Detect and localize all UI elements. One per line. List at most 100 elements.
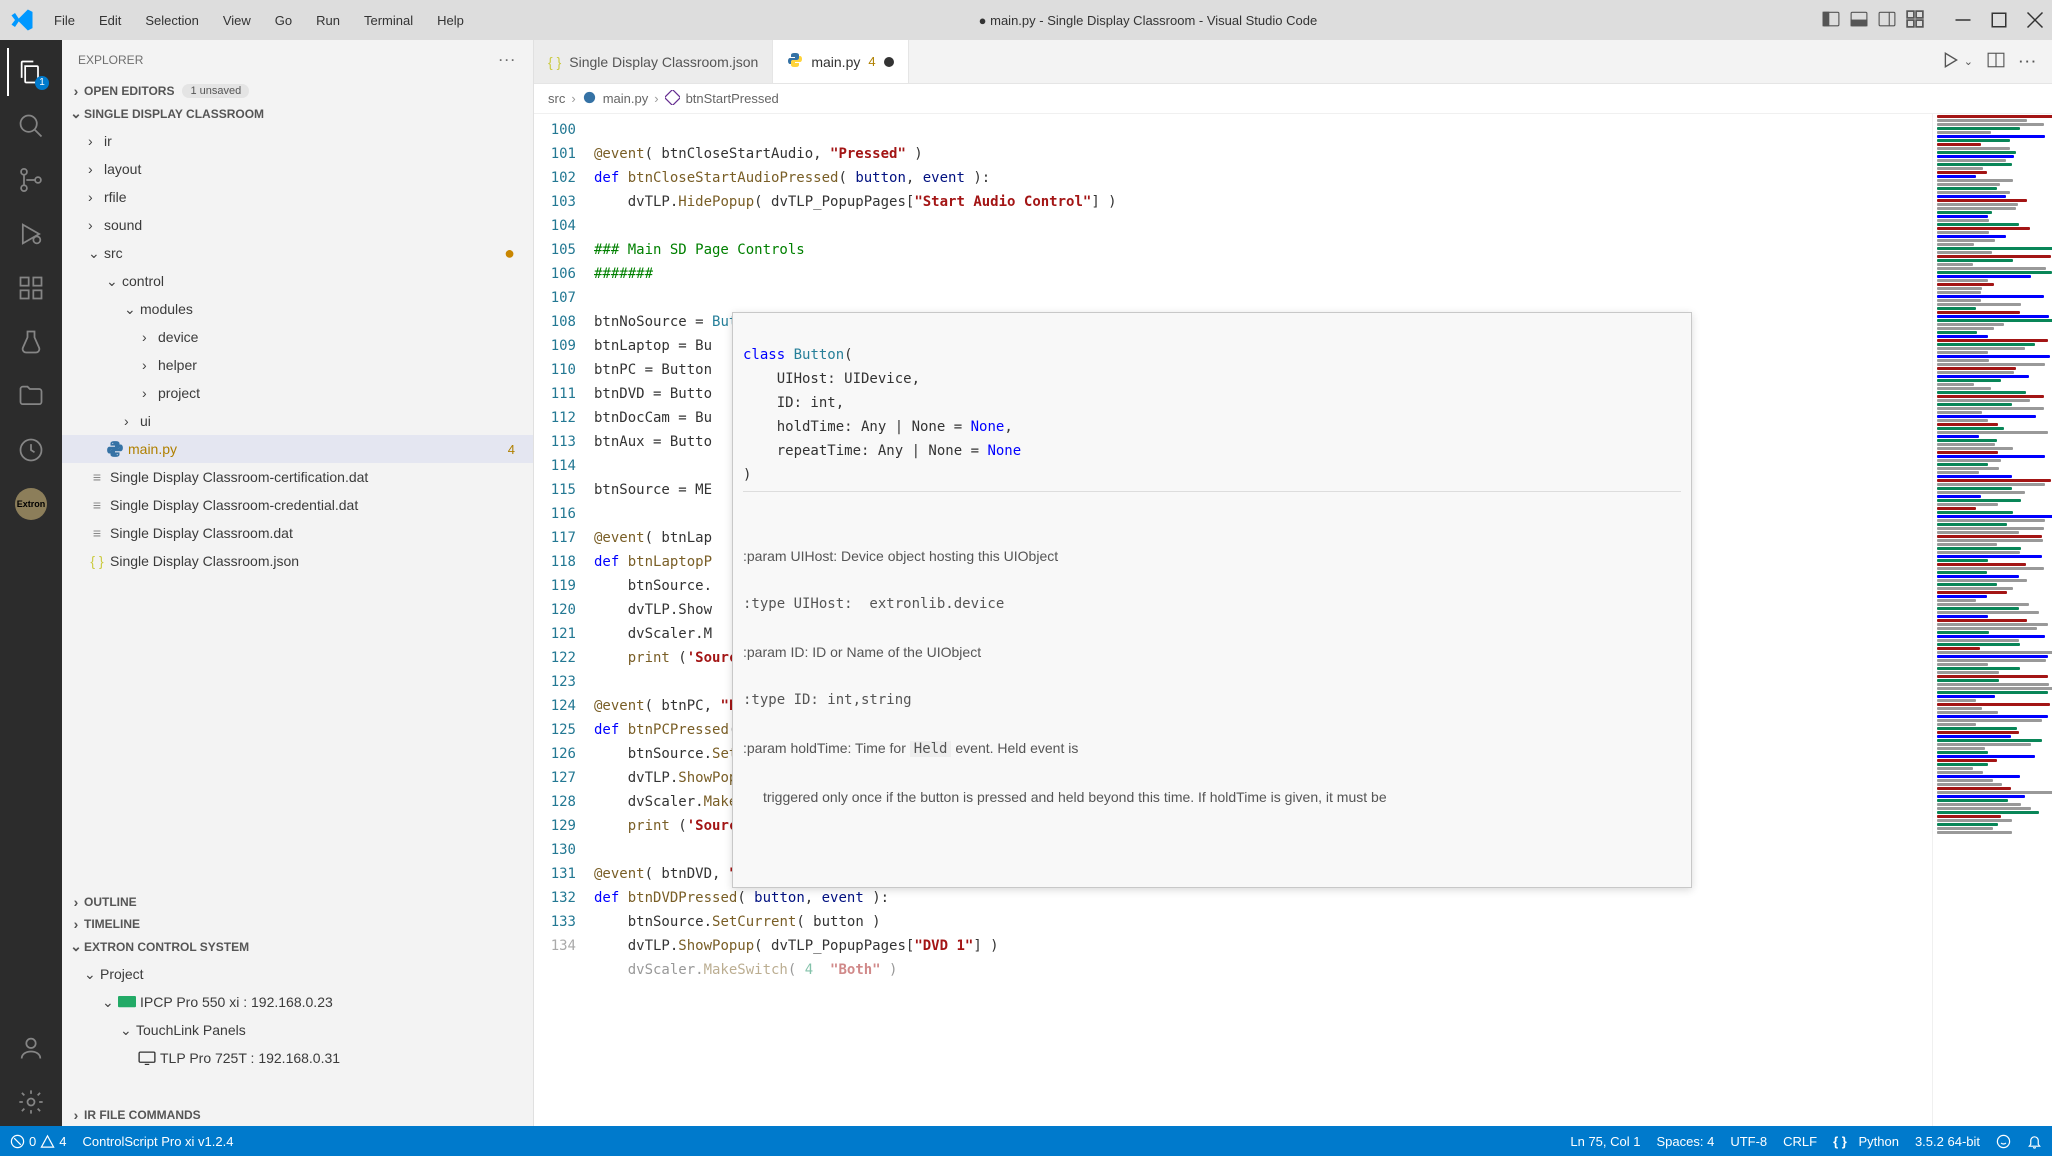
tree-folder-control[interactable]: ⌄control xyxy=(62,267,533,295)
minimize-icon[interactable] xyxy=(1954,11,1972,29)
chevron-right-icon: › xyxy=(571,91,575,106)
breadcrumb-item[interactable]: main.py xyxy=(603,91,649,106)
close-icon[interactable] xyxy=(2026,11,2044,29)
menu-help[interactable]: Help xyxy=(427,9,474,32)
maximize-icon[interactable] xyxy=(1990,11,2008,29)
tree-folder-src[interactable]: ⌄src● xyxy=(62,239,533,267)
tab-label: Single Display Classroom.json xyxy=(569,54,758,70)
status-language[interactable]: { } Python xyxy=(1833,1134,1899,1149)
file-icon: ≡ xyxy=(88,524,106,542)
titlebar: File Edit Selection View Go Run Terminal… xyxy=(0,0,2052,40)
code-editor[interactable]: 1001011021031041051061071081091101111121… xyxy=(534,114,2052,1126)
panel-icon xyxy=(138,1049,156,1067)
status-controlscript[interactable]: ControlScript Pro xi v1.2.4 xyxy=(82,1134,233,1149)
code-content[interactable]: @event( btnCloseStartAudio, "Pressed" ) … xyxy=(594,114,1932,1126)
tree-file-cred[interactable]: ≡Single Display Classroom-credential.dat xyxy=(62,491,533,519)
extron-tlp[interactable]: TLP Pro 725T : 192.168.0.31 xyxy=(62,1044,533,1072)
function-icon xyxy=(665,90,680,108)
extron-touchlink[interactable]: ⌄TouchLink Panels xyxy=(62,1016,533,1044)
breadcrumb-item[interactable]: btnStartPressed xyxy=(686,91,779,106)
python-file-icon xyxy=(106,440,124,458)
hover-doc: :param UIHost: Device object hosting thi… xyxy=(743,520,1681,833)
editor-area: { } Single Display Classroom.json main.p… xyxy=(534,40,2052,1126)
tree-file-mainpy[interactable]: main.py4 xyxy=(62,435,533,463)
tree-folder-ir[interactable]: ›ir xyxy=(62,127,533,155)
menu-run[interactable]: Run xyxy=(306,9,350,32)
toggle-primary-sidebar-icon[interactable] xyxy=(1822,10,1840,31)
tree-folder-rfile[interactable]: ›rfile xyxy=(62,183,533,211)
status-spaces[interactable]: Spaces: 4 xyxy=(1656,1134,1714,1149)
toggle-secondary-sidebar-icon[interactable] xyxy=(1878,10,1896,31)
modified-dot-icon: ● xyxy=(504,248,515,258)
status-problems[interactable]: 0 4 xyxy=(10,1134,66,1149)
chevron-down-icon: ⌄ xyxy=(68,105,84,122)
tree-folder-project[interactable]: ›project xyxy=(62,379,533,407)
status-bell-icon[interactable] xyxy=(2027,1134,2042,1149)
outline-header[interactable]: ›OUTLINE xyxy=(62,891,533,913)
sidebar-more-icon[interactable]: ··· xyxy=(499,53,517,67)
activity-extron[interactable]: Extron xyxy=(7,480,55,528)
device-icon xyxy=(118,993,136,1011)
vscode-logo-icon xyxy=(8,6,36,34)
tree-folder-modules[interactable]: ⌄modules xyxy=(62,295,533,323)
minimap[interactable]: document.write(Array.from({length:180},(… xyxy=(1932,114,2052,1126)
status-eol[interactable]: CRLF xyxy=(1783,1134,1817,1149)
activity-settings[interactable] xyxy=(7,1078,55,1126)
activity-testing[interactable] xyxy=(7,318,55,366)
menu-file[interactable]: File xyxy=(44,9,85,32)
customize-layout-icon[interactable] xyxy=(1906,10,1924,31)
tree-folder-device[interactable]: ›device xyxy=(62,323,533,351)
tree-file-dat[interactable]: ≡Single Display Classroom.dat xyxy=(62,519,533,547)
activity-timeline[interactable] xyxy=(7,426,55,474)
tab-mainpy[interactable]: main.py 4 xyxy=(773,40,908,83)
activity-extensions[interactable] xyxy=(7,264,55,312)
menu-terminal[interactable]: Terminal xyxy=(354,9,423,32)
chevron-right-icon: › xyxy=(68,83,84,99)
timeline-header[interactable]: ›TIMELINE xyxy=(62,913,533,935)
activity-source-control[interactable] xyxy=(7,156,55,204)
status-encoding[interactable]: UTF-8 xyxy=(1730,1134,1767,1149)
tree-folder-helper[interactable]: ›helper xyxy=(62,351,533,379)
activity-accounts[interactable] xyxy=(7,1024,55,1072)
run-dropdown-icon[interactable]: ⌄ xyxy=(1964,55,1973,68)
status-lncol[interactable]: Ln 75, Col 1 xyxy=(1570,1134,1640,1149)
irfile-header[interactable]: ›IR FILE COMMANDS xyxy=(62,1104,533,1126)
tab-label: main.py xyxy=(811,54,860,70)
extron-header[interactable]: ⌄EXTRON CONTROL SYSTEM xyxy=(62,935,533,958)
tree-folder-sound[interactable]: ›sound xyxy=(62,211,533,239)
sidebar-title: EXPLORER xyxy=(78,53,143,67)
menu-view[interactable]: View xyxy=(213,9,261,32)
open-editors-header[interactable]: › OPEN EDITORS 1 unsaved xyxy=(62,80,533,102)
extron-ipcp[interactable]: ⌄IPCP Pro 550 xi : 192.168.0.23 xyxy=(62,988,533,1016)
split-editor-icon[interactable] xyxy=(1987,51,2005,72)
tree-folder-layout[interactable]: ›layout xyxy=(62,155,533,183)
breadcrumb-item[interactable]: src xyxy=(548,91,565,106)
sidebar: EXPLORER ··· › OPEN EDITORS 1 unsaved ⌄ … xyxy=(62,40,534,1126)
extron-project[interactable]: ⌄Project xyxy=(62,960,533,988)
breadcrumb[interactable]: src › main.py › btnStartPressed xyxy=(534,84,2052,114)
activity-files[interactable] xyxy=(7,372,55,420)
toggle-panel-icon[interactable] xyxy=(1850,10,1868,31)
json-file-icon: { } xyxy=(548,54,561,70)
modified-dot-icon xyxy=(884,57,894,67)
status-python-version[interactable]: 3.5.2 64-bit xyxy=(1915,1134,1980,1149)
activity-search[interactable] xyxy=(7,102,55,150)
menu-go[interactable]: Go xyxy=(265,9,302,32)
menu-selection[interactable]: Selection xyxy=(135,9,208,32)
folder-header[interactable]: ⌄ SINGLE DISPLAY CLASSROOM xyxy=(62,102,533,125)
status-feedback-icon[interactable] xyxy=(1996,1134,2011,1149)
activity-run-debug[interactable] xyxy=(7,210,55,258)
tab-json[interactable]: { } Single Display Classroom.json xyxy=(534,40,773,83)
unsaved-badge: 1 unsaved xyxy=(182,84,249,98)
tree-file-cert[interactable]: ≡Single Display Classroom-certification.… xyxy=(62,463,533,491)
python-file-icon xyxy=(787,52,803,71)
tree-folder-ui[interactable]: ›ui xyxy=(62,407,533,435)
run-icon[interactable] xyxy=(1942,51,1960,72)
tree-file-json[interactable]: { }Single Display Classroom.json xyxy=(62,547,533,575)
activity-explorer[interactable]: 1 xyxy=(7,48,55,96)
line-gutter: 1001011021031041051061071081091101111121… xyxy=(534,114,594,1126)
status-bar: 0 4 ControlScript Pro xi v1.2.4 Ln 75, C… xyxy=(0,1126,2052,1156)
more-actions-icon[interactable]: ··· xyxy=(2019,54,2038,69)
menu-edit[interactable]: Edit xyxy=(89,9,131,32)
chevron-right-icon: › xyxy=(654,91,658,106)
